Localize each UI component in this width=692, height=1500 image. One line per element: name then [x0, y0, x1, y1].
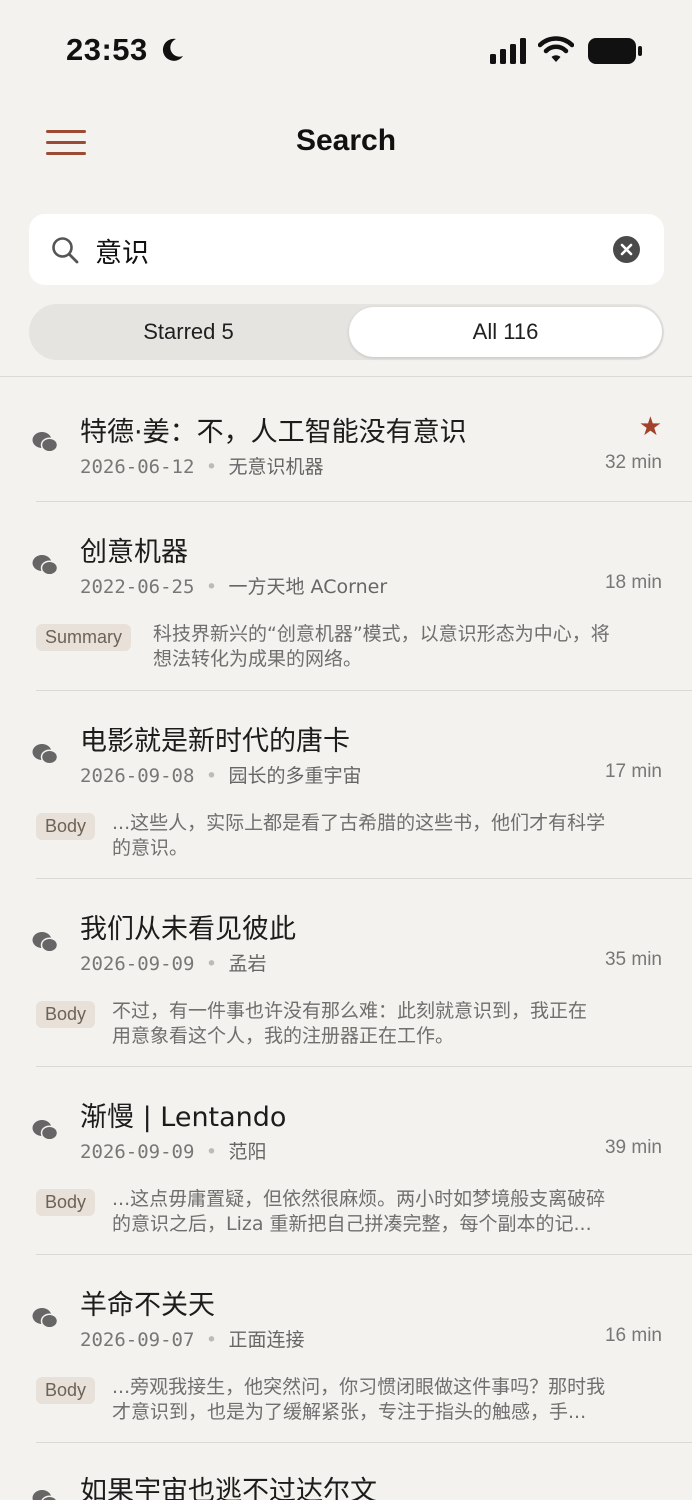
- item-meta: 2022-06-25 • 一方天地 ACorner: [80, 572, 387, 599]
- item-meta: 2026-06-12 • 无意识机器: [80, 452, 324, 479]
- item-source: 一方天地 ACorner: [228, 576, 388, 598]
- item-duration: 32 min: [604, 452, 662, 473]
- item-snippet: 科技界新兴的“创意机器”模式，以意识形态为中心，将 想法转化为成果的网络。: [153, 622, 692, 672]
- item-title: 电影就是新时代的唐卡: [80, 726, 350, 757]
- list-item[interactable]: 渐慢 | Lentando 2026-09-09 • 范阳 39 min Bod…: [0, 1067, 692, 1255]
- snippet-line: 的意识。: [112, 837, 189, 859]
- item-source: 孟岩: [228, 953, 267, 975]
- clear-search-button[interactable]: [613, 236, 640, 263]
- item-snippet: ...旁观我接生，他突然问，你习惯闭眼做这件事吗？那时我 才意识到，也是为了缓解…: [112, 1375, 672, 1425]
- item-date: 2026-09-08: [80, 765, 195, 787]
- results-list: 特德·姜：不，人工智能没有意识 ★ 2026-06-12 • 无意识机器 32 …: [0, 377, 692, 1500]
- list-item[interactable]: 如果宇宙也逃不过达尔文: [0, 1443, 692, 1500]
- wechat-icon: [32, 432, 58, 453]
- meta-separator: •: [205, 1329, 218, 1351]
- match-badge: Body: [36, 1377, 96, 1404]
- meta-separator: •: [205, 1141, 218, 1163]
- status-bar: 23:53: [0, 0, 692, 100]
- item-meta: 2026-09-09 • 孟岩: [80, 949, 267, 976]
- item-duration: 16 min: [604, 1325, 662, 1346]
- item-source: 园长的多重宇宙: [228, 765, 362, 787]
- item-source: 正面连接: [228, 1329, 305, 1351]
- nav-bar: Search: [0, 110, 692, 174]
- status-time: 23:53: [66, 32, 148, 67]
- snippet-line: ...这些人，实际上都是看了古希腊的这些书，他们才有科学: [112, 812, 606, 834]
- star-icon[interactable]: ★: [639, 412, 662, 442]
- item-date: 2026-06-12: [80, 456, 195, 478]
- meta-separator: •: [205, 576, 218, 598]
- item-meta: 2026-09-08 • 园长的多重宇宙: [80, 761, 362, 788]
- item-date: 2022-06-25: [80, 576, 195, 598]
- meta-separator: •: [205, 765, 218, 787]
- match-badge: Summary: [36, 624, 132, 651]
- search-input[interactable]: [95, 228, 595, 272]
- wechat-icon: [32, 932, 58, 953]
- item-date: 2026-09-09: [80, 1141, 195, 1163]
- item-source: 无意识机器: [228, 456, 324, 478]
- wechat-icon: [32, 555, 58, 576]
- battery-icon: [588, 38, 642, 64]
- list-item[interactable]: 特德·姜：不，人工智能没有意识 ★ 2026-06-12 • 无意识机器 32 …: [0, 377, 692, 502]
- snippet-line: 的意识之后，Liza 重新把自己拼凑完整，每个副本的记...: [112, 1213, 592, 1235]
- search-bar[interactable]: [29, 214, 664, 285]
- match-badge: Body: [36, 1189, 96, 1216]
- snippet-line: 才意识到，也是为了缓解紧张，专注于指头的触感，手...: [112, 1401, 587, 1423]
- item-date: 2026-09-09: [80, 953, 195, 975]
- item-snippet: ...这点毋庸置疑，但依然很麻烦。两小时如梦境般支离破碎 的意识之后，Liza …: [112, 1187, 672, 1237]
- match-badge: Body: [36, 1001, 96, 1028]
- match-badge: Body: [36, 813, 96, 840]
- item-title: 我们从未看见彼此: [80, 914, 296, 945]
- meta-separator: •: [205, 456, 218, 478]
- snippet-line: 想法转化为成果的网络。: [153, 648, 363, 670]
- item-duration: 17 min: [604, 761, 662, 782]
- wifi-icon: [538, 36, 574, 62]
- item-title: 渐慢 | Lentando: [80, 1102, 287, 1133]
- item-duration: 35 min: [604, 949, 662, 970]
- tab-all[interactable]: All 116: [349, 307, 662, 357]
- item-source: 范阳: [228, 1141, 267, 1163]
- wechat-icon: [32, 1120, 58, 1141]
- item-snippet: ...这些人，实际上都是看了古希腊的这些书，他们才有科学 的意识。: [112, 811, 672, 861]
- snippet-line: 科技界新兴的“创意机器”模式，以意识形态为中心，将: [153, 623, 610, 645]
- item-snippet: 不过，有一件事也许没有那么难：此刻就意识到，我正在 用意象看这个人，我的注册器正…: [112, 999, 672, 1049]
- wechat-icon: [32, 1308, 58, 1329]
- item-title: 羊命不关天: [80, 1290, 215, 1321]
- item-date: 2026-09-07: [80, 1329, 195, 1351]
- list-item[interactable]: 创意机器 2022-06-25 • 一方天地 ACorner 18 min Su…: [0, 502, 692, 691]
- list-item[interactable]: 电影就是新时代的唐卡 2026-09-08 • 园长的多重宇宙 17 min B…: [0, 691, 692, 879]
- page-title: Search: [295, 124, 397, 157]
- cellular-signal-icon: [490, 38, 526, 64]
- item-duration: 39 min: [604, 1137, 662, 1158]
- item-title: 创意机器: [80, 537, 188, 568]
- snippet-line: 不过，有一件事也许没有那么难：此刻就意识到，我正在: [112, 1000, 588, 1022]
- list-item[interactable]: 羊命不关天 2026-09-07 • 正面连接 16 min Body ...旁…: [0, 1255, 692, 1443]
- item-title: 如果宇宙也逃不过达尔文: [80, 1476, 377, 1500]
- search-icon: [52, 237, 79, 264]
- tab-starred[interactable]: Starred 5: [32, 307, 345, 357]
- wechat-icon: [32, 744, 58, 765]
- meta-separator: •: [205, 953, 218, 975]
- item-meta: 2026-09-09 • 范阳: [80, 1137, 267, 1164]
- close-icon: [620, 243, 633, 256]
- snippet-line: ...这点毋庸置疑，但依然很麻烦。两小时如梦境般支离破碎: [112, 1188, 606, 1210]
- filter-segmented-control: Starred 5 All 116: [29, 304, 664, 360]
- moon-icon: [162, 38, 183, 61]
- item-duration: 18 min: [604, 572, 662, 593]
- snippet-line: ...旁观我接生，他突然问，你习惯闭眼做这件事吗？那时我: [112, 1376, 606, 1398]
- list-item[interactable]: 我们从未看见彼此 2026-09-09 • 孟岩 35 min Body 不过，…: [0, 879, 692, 1067]
- wechat-icon: [32, 1490, 58, 1500]
- item-title: 特德·姜：不，人工智能没有意识: [80, 417, 467, 448]
- item-meta: 2026-09-07 • 正面连接: [80, 1325, 305, 1352]
- snippet-line: 用意象看这个人，我的注册器正在工作。: [112, 1025, 455, 1047]
